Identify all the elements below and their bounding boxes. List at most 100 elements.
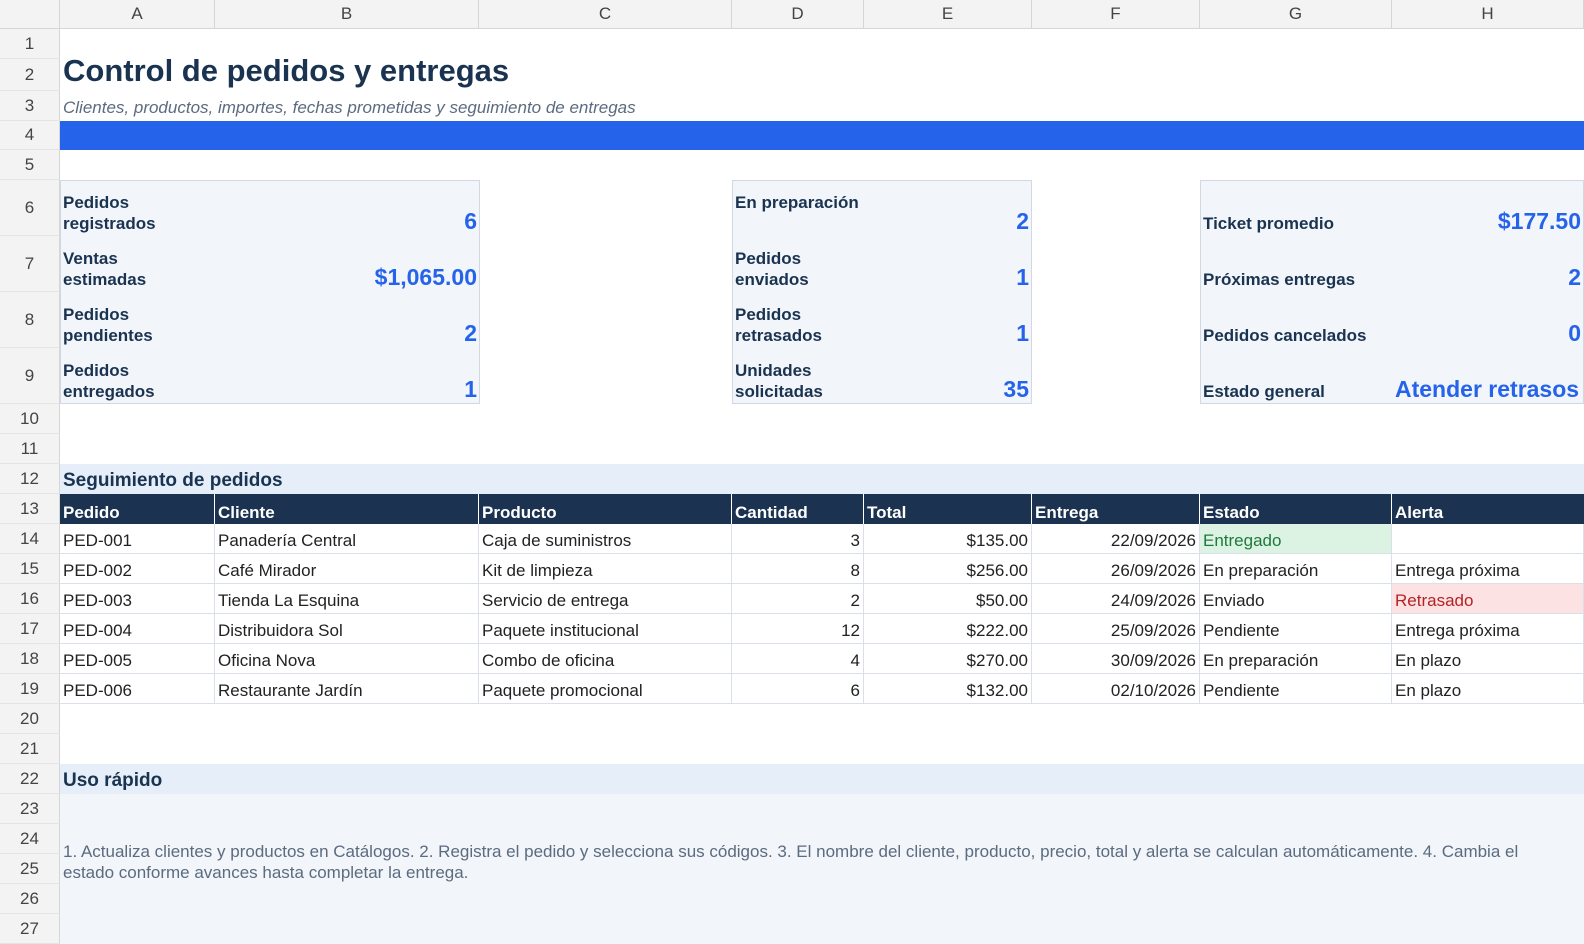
table-cell[interactable]: $222.00 (864, 614, 1032, 644)
table-cell[interactable]: Distribuidora Sol (215, 614, 479, 644)
table-cell[interactable]: 6 (732, 674, 864, 704)
section-title-orders[interactable]: Seguimiento de pedidos (60, 464, 1584, 494)
row-header[interactable]: 18 (0, 644, 60, 674)
table-header-cantidad[interactable]: Cantidad (732, 494, 864, 524)
kpi-value-status[interactable]: Atender retrasos (1395, 376, 1584, 403)
row-header[interactable]: 6 (0, 180, 60, 236)
kpi-value[interactable]: 1 (870, 320, 1029, 347)
kpi-label[interactable]: Pedidos cancelados (1203, 325, 1393, 346)
kpi-label[interactable]: Ticket promedio (1203, 213, 1393, 234)
column-header-b[interactable]: B (215, 0, 479, 29)
column-header-e[interactable]: E (864, 0, 1032, 29)
row-header[interactable]: 13 (0, 494, 60, 524)
kpi-label[interactable]: Próximas entregas (1203, 269, 1393, 290)
alert-cell[interactable] (1392, 524, 1584, 554)
status-cell[interactable]: Enviado (1200, 584, 1392, 614)
status-cell[interactable]: Pendiente (1200, 674, 1392, 704)
row-header[interactable]: 2 (0, 59, 60, 91)
column-header-a[interactable]: A (60, 0, 215, 29)
column-header-g[interactable]: G (1200, 0, 1392, 29)
table-cell[interactable]: 22/09/2026 (1032, 524, 1200, 554)
kpi-value[interactable]: 35 (870, 376, 1029, 403)
status-cell[interactable]: Pendiente (1200, 614, 1392, 644)
row-header[interactable]: 27 (0, 914, 60, 944)
row-header[interactable]: 25 (0, 854, 60, 884)
status-cell[interactable]: En preparación (1200, 554, 1392, 584)
table-cell[interactable]: $135.00 (864, 524, 1032, 554)
alert-cell[interactable]: En plazo (1392, 644, 1584, 674)
quick-use-note[interactable]: 1. Actualiza clientes y productos en Cat… (60, 794, 1584, 944)
row-header[interactable]: 15 (0, 554, 60, 584)
kpi-value[interactable]: 2 (870, 208, 1029, 235)
accent-banner[interactable] (60, 121, 1584, 150)
table-cell[interactable]: Paquete institucional (479, 614, 732, 644)
table-header-alerta[interactable]: Alerta (1392, 494, 1584, 524)
page-subtitle[interactable]: Clientes, productos, importes, fechas pr… (63, 98, 636, 118)
row-header[interactable]: 10 (0, 404, 60, 434)
table-cell[interactable]: PED-004 (60, 614, 215, 644)
kpi-label[interactable]: Pedidos registrados (63, 192, 203, 234)
kpi-value[interactable]: 0 (1395, 320, 1581, 347)
column-header-h[interactable]: H (1392, 0, 1584, 29)
column-header-f[interactable]: F (1032, 0, 1200, 29)
status-cell[interactable]: En preparación (1200, 644, 1392, 674)
row-header[interactable]: 22 (0, 764, 60, 794)
kpi-label[interactable]: En preparación (735, 192, 860, 213)
table-cell[interactable]: Servicio de entrega (479, 584, 732, 614)
kpi-label[interactable]: Pedidos entregados (63, 360, 203, 402)
alert-cell[interactable]: Entrega próxima (1392, 614, 1584, 644)
row-header[interactable]: 16 (0, 584, 60, 614)
table-cell[interactable]: Caja de suministros (479, 524, 732, 554)
table-header-producto[interactable]: Producto (479, 494, 732, 524)
table-cell[interactable]: $256.00 (864, 554, 1032, 584)
table-cell[interactable]: $132.00 (864, 674, 1032, 704)
kpi-value[interactable]: 1 (870, 264, 1029, 291)
row-header[interactable]: 14 (0, 524, 60, 554)
row-header[interactable]: 17 (0, 614, 60, 644)
table-cell[interactable]: PED-002 (60, 554, 215, 584)
table-cell[interactable]: Café Mirador (215, 554, 479, 584)
table-cell[interactable]: 26/09/2026 (1032, 554, 1200, 584)
kpi-label[interactable]: Pedidos enviados (735, 248, 860, 290)
table-cell[interactable]: Panadería Central (215, 524, 479, 554)
row-header[interactable]: 21 (0, 734, 60, 764)
kpi-label[interactable]: Estado general (1203, 381, 1393, 402)
table-cell[interactable]: 2 (732, 584, 864, 614)
table-header-pedido[interactable]: Pedido (60, 494, 215, 524)
row-header[interactable]: 11 (0, 434, 60, 464)
row-header[interactable]: 8 (0, 292, 60, 348)
row-header[interactable]: 4 (0, 121, 60, 150)
alert-cell[interactable]: Retrasado (1392, 584, 1584, 614)
row-header[interactable]: 5 (0, 150, 60, 180)
kpi-value[interactable]: $177.50 (1395, 208, 1581, 235)
table-cell[interactable]: 4 (732, 644, 864, 674)
row-header[interactable]: 12 (0, 464, 60, 494)
status-cell[interactable]: Entregado (1200, 524, 1392, 554)
row-header[interactable]: 1 (0, 29, 60, 59)
page-title[interactable]: Control de pedidos y entregas (63, 53, 509, 89)
table-cell[interactable]: $50.00 (864, 584, 1032, 614)
row-header[interactable]: 9 (0, 348, 60, 404)
table-cell[interactable]: 30/09/2026 (1032, 644, 1200, 674)
table-cell[interactable]: PED-005 (60, 644, 215, 674)
column-header-c[interactable]: C (479, 0, 732, 29)
table-cell[interactable]: $270.00 (864, 644, 1032, 674)
kpi-label[interactable]: Pedidos pendientes (63, 304, 203, 346)
table-header-estado[interactable]: Estado (1200, 494, 1392, 524)
table-cell[interactable]: PED-006 (60, 674, 215, 704)
table-cell[interactable]: 24/09/2026 (1032, 584, 1200, 614)
table-cell[interactable]: PED-001 (60, 524, 215, 554)
row-header[interactable]: 3 (0, 91, 60, 121)
kpi-value[interactable]: $1,065.00 (300, 264, 477, 291)
row-header[interactable]: 23 (0, 794, 60, 824)
column-header-d[interactable]: D (732, 0, 864, 29)
alert-cell[interactable]: En plazo (1392, 674, 1584, 704)
table-cell[interactable]: 12 (732, 614, 864, 644)
table-cell[interactable]: Combo de oficina (479, 644, 732, 674)
kpi-value[interactable]: 1 (300, 376, 477, 403)
kpi-label[interactable]: Pedidos retrasados (735, 304, 860, 346)
table-cell[interactable]: 25/09/2026 (1032, 614, 1200, 644)
kpi-value[interactable]: 2 (300, 320, 477, 347)
section-title-quick-use[interactable]: Uso rápido (60, 764, 1584, 794)
row-header[interactable]: 24 (0, 824, 60, 854)
